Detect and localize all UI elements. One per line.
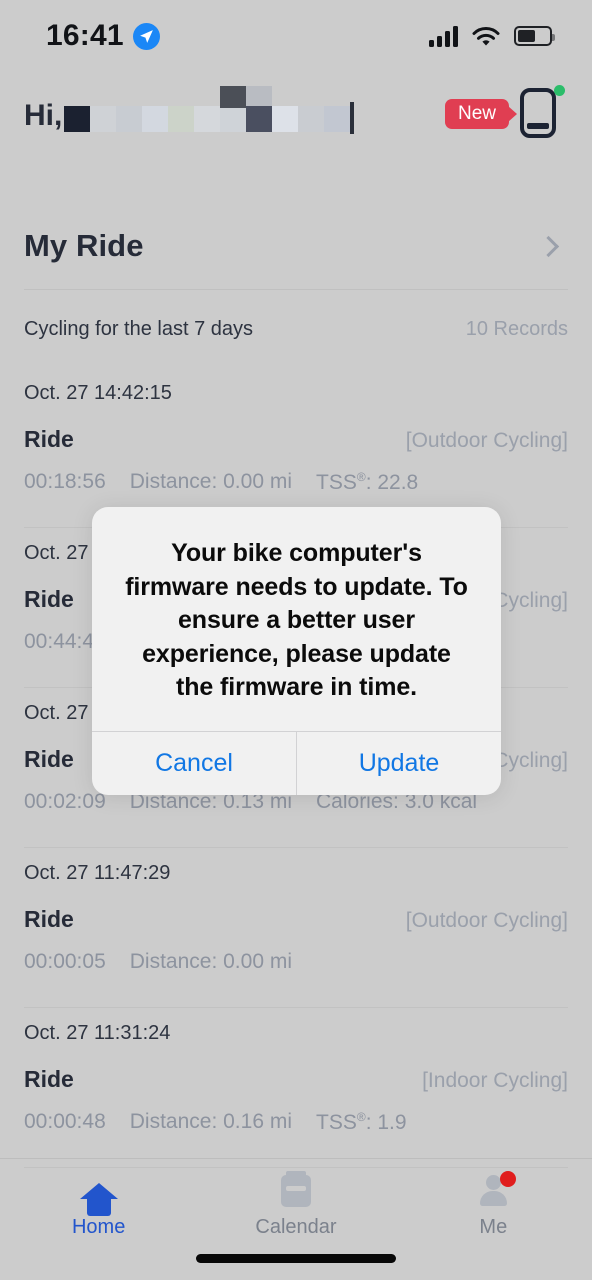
person-icon	[474, 1171, 517, 1209]
redaction-tile	[220, 86, 247, 108]
ride-stats: 00:00:48 Distance: 0.16 mi TSS®: 1.9	[24, 1110, 568, 1135]
username-redacted	[64, 86, 355, 134]
ride-main: Ride [Outdoor Cycling]	[24, 906, 568, 933]
ride-list-item[interactable]: Oct. 27 11:31:24 Ride [Indoor Cycling] 00:0…	[0, 1008, 592, 1168]
my-ride-header[interactable]: My Ride	[0, 212, 592, 280]
ride-metric: TSS®: 22.8	[316, 470, 419, 494]
redaction-tile	[350, 102, 355, 134]
ride-type: Cycling]	[493, 589, 568, 612]
greeting-block: Hi,	[24, 86, 445, 134]
ride-summary-label: Cycling for the last 7 days	[24, 317, 253, 340]
ride-title: Ride	[24, 426, 74, 452]
status-bar: 16:41	[0, 0, 592, 72]
ride-duration: 00:02:09	[24, 790, 106, 813]
redaction-tile	[298, 106, 325, 132]
ride-duration: 00:00:48	[24, 1110, 106, 1133]
tab-calendar[interactable]: Calendar	[197, 1171, 394, 1239]
calendar-icon	[277, 1171, 315, 1209]
update-button[interactable]: Update	[296, 731, 501, 795]
ride-distance: Distance: 0.00 mi	[129, 950, 292, 973]
status-time: 16:41	[46, 19, 124, 52]
ride-distance: Distance: 0.16 mi	[129, 1110, 292, 1133]
redaction-tile	[272, 106, 299, 132]
ride-title: Ride	[24, 746, 74, 772]
home-icon	[79, 1173, 118, 1216]
device-connected-dot	[554, 85, 565, 96]
chevron-right-icon[interactable]	[537, 235, 560, 257]
bike-computer-icon[interactable]	[520, 85, 565, 140]
ride-title: Ride	[24, 906, 74, 932]
tab-me[interactable]: Me	[395, 1171, 592, 1239]
ride-title: Ride	[24, 586, 74, 612]
dialog-body: Your bike computer's firmware needs to u…	[92, 507, 501, 731]
header-actions[interactable]: New	[444, 85, 565, 140]
ride-list-item[interactable]: Oct. 27 14:42:15 Ride [Outdoor Cycling] 00:…	[0, 368, 592, 528]
ride-main: Ride [Indoor Cycling]	[24, 1066, 568, 1093]
ride-summary-row: Cycling for the last 7 days 10 Records	[0, 310, 592, 348]
redaction-tile	[324, 106, 351, 132]
ride-date: Oct. 27 11:31:24	[24, 1022, 171, 1044]
page-title: My Ride	[24, 228, 144, 263]
ride-stats: 00:18:56 Distance: 0.00 mi TSS®: 22.8	[24, 470, 568, 495]
ride-main: Ride [Outdoor Cycling]	[24, 426, 568, 453]
ride-distance: Distance: 0.00 mi	[129, 470, 292, 493]
status-bar-right	[429, 25, 555, 47]
redaction-tile	[168, 106, 195, 132]
redaction-tile	[220, 106, 247, 132]
ride-type: [Outdoor Cycling]	[405, 909, 568, 932]
ride-record-count: 10 Records	[465, 317, 568, 340]
tab-calendar-label: Calendar	[255, 1216, 337, 1238]
redaction-tile	[246, 106, 273, 132]
redaction-tile	[64, 106, 91, 132]
redaction-tile	[246, 86, 273, 108]
greeting-text: Hi,	[24, 99, 63, 132]
ride-date: Oct. 27 14:42:15	[24, 382, 172, 404]
tab-home-label: Home	[71, 1216, 126, 1238]
redaction-tile	[194, 106, 221, 132]
registered-mark: ®	[356, 470, 366, 484]
tab-home[interactable]: Home	[0, 1173, 197, 1239]
location-arrow-icon	[132, 22, 160, 50]
registered-mark: ®	[356, 1110, 366, 1124]
firmware-update-dialog: Your bike computer's firmware needs to u…	[92, 507, 501, 795]
bottom-tab-bar: Home Calendar Me	[0, 1158, 592, 1280]
cellular-signal-icon	[429, 25, 458, 47]
dialog-actions: Cancel Update	[92, 730, 501, 795]
wifi-icon	[472, 26, 500, 45]
ride-metric: TSS®: 1.9	[316, 1110, 407, 1134]
bike-computer-body	[520, 88, 556, 138]
cancel-button[interactable]: Cancel	[92, 732, 296, 795]
dialog-message: Your bike computer's firmware needs to u…	[125, 539, 468, 701]
redaction-tile	[116, 106, 143, 132]
ride-duration: 00:00:05	[24, 950, 106, 973]
ride-duration: 00:44:4	[24, 630, 95, 653]
ride-type: [Indoor Cycling]	[422, 1069, 568, 1092]
ride-title: Ride	[24, 1066, 74, 1092]
me-notification-badge	[500, 1171, 517, 1187]
redaction-tile	[142, 106, 169, 132]
header-divider	[24, 289, 568, 290]
ride-duration: 00:18:56	[24, 470, 106, 493]
battery-fill	[518, 30, 535, 42]
redaction-tile	[90, 106, 117, 132]
app-header: Hi, New	[0, 78, 592, 150]
new-badge: New	[444, 99, 509, 129]
ride-list-item[interactable]: Oct. 27 11:47:29 Ride [Outdoor Cycling] 00:…	[0, 848, 592, 1008]
ride-stats: 00:00:05 Distance: 0.00 mi	[24, 950, 568, 974]
battery-icon	[514, 26, 555, 46]
status-bar-left: 16:41	[46, 19, 160, 53]
ride-date: Oct. 27 11:47:29	[24, 862, 171, 884]
tab-me-label: Me	[479, 1216, 508, 1238]
ride-type: Cycling]	[493, 749, 568, 772]
ride-type: [Outdoor Cycling]	[405, 429, 568, 452]
